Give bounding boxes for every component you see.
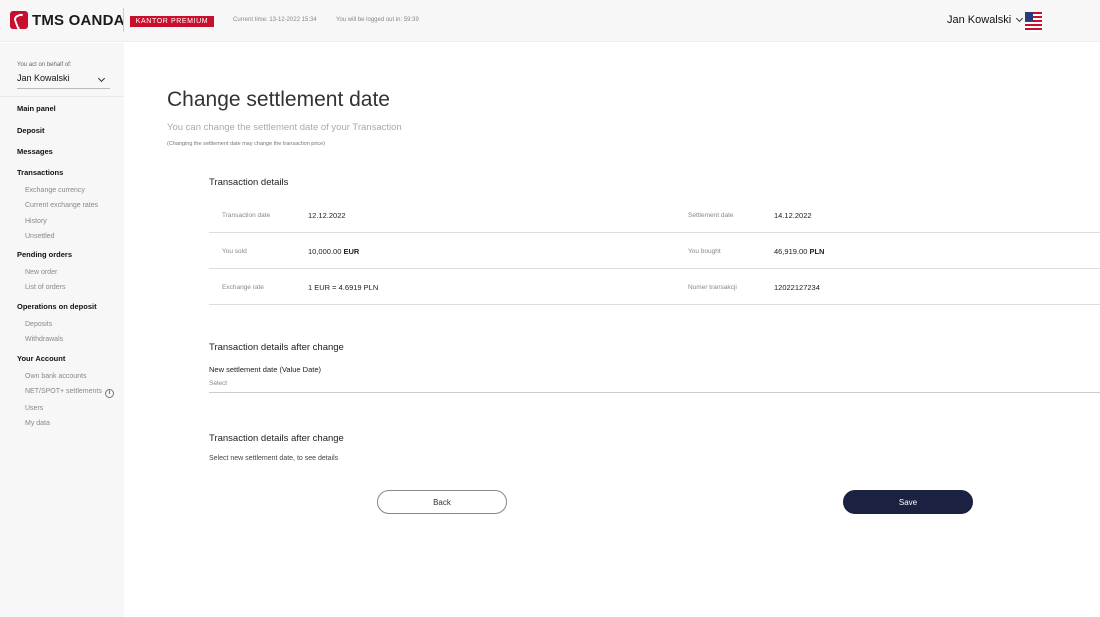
nav-my-data[interactable]: My data: [25, 420, 50, 427]
details-row-amounts: You sold 10,000.00 EUR You bought 46,919…: [209, 234, 1100, 269]
current-time: Current time: 13-12-2022 15:34: [233, 17, 317, 23]
new-settlement-date-label: New settlement date (Value Date): [209, 365, 321, 374]
nav-users[interactable]: Users: [25, 405, 43, 412]
user-menu[interactable]: Jan Kowalski: [947, 14, 1024, 26]
page-subtitle: You can change the settlement date of yo…: [167, 122, 402, 133]
logout-timer: You will be logged out in: 59:39: [336, 17, 419, 23]
sold-amount: 10,000.00: [308, 247, 342, 256]
sold-label: You sold: [222, 248, 247, 255]
nav-messages[interactable]: Messages: [17, 147, 53, 156]
nav-transactions[interactable]: Transactions: [17, 168, 63, 177]
nav-deposits[interactable]: Deposits: [25, 321, 52, 328]
settlement-date-label: Settlement date: [688, 212, 734, 219]
acting-on-behalf-select[interactable]: Jan Kowalski: [17, 73, 110, 89]
nav-deposit[interactable]: Deposit: [17, 126, 45, 135]
bought-label: You bought: [688, 248, 721, 255]
details-row-dates: Transaction date 12.12.2022 Settlement d…: [209, 198, 1100, 233]
top-header: TMS OANDA KANTOR PREMIUM Current time: 1…: [0, 0, 1100, 42]
transaction-number-value: 12022127234: [774, 283, 820, 292]
nav-operations-on-deposit[interactable]: Operations on deposit: [17, 302, 97, 311]
sold-currency: EUR: [343, 247, 360, 256]
select-date-hint: Select new settlement date, to see detai…: [209, 455, 339, 462]
nav-netspot-settlements[interactable]: NET/SPOT+ settlements i: [25, 388, 114, 398]
sidebar: You act on behalf of: Jan Kowalski Main …: [0, 43, 124, 617]
info-icon[interactable]: i: [104, 389, 114, 398]
header-divider: [123, 8, 124, 32]
us-flag-icon[interactable]: [1025, 12, 1042, 32]
nav-new-order[interactable]: New order: [25, 269, 57, 276]
back-button[interactable]: Back: [377, 490, 507, 514]
acting-on-behalf-label: You act on behalf of:: [17, 62, 72, 68]
transaction-date-label: Transaction date: [222, 212, 271, 219]
bought-amount: 46,919.00: [774, 247, 808, 256]
new-settlement-date-select[interactable]: Select: [209, 380, 1100, 393]
nav-withdrawals[interactable]: Withdrawals: [25, 336, 63, 343]
bought-currency: PLN: [809, 247, 825, 256]
nav-list-of-orders[interactable]: List of orders: [25, 284, 65, 291]
tms-logo-icon: [10, 11, 28, 29]
premium-badge: KANTOR PREMIUM: [130, 16, 214, 27]
page-note: (Changing the settlement date may change…: [167, 141, 326, 147]
after-change-details-title: Transaction details after change: [209, 433, 344, 444]
acting-on-behalf-value: Jan Kowalski: [17, 73, 70, 83]
nav-exchange-currency[interactable]: Exchange currency: [25, 187, 85, 194]
chevron-down-icon: [1016, 14, 1024, 23]
nav-main-panel[interactable]: Main panel: [17, 104, 56, 113]
nav-your-account[interactable]: Your Account: [17, 354, 65, 363]
transaction-date-value: 12.12.2022: [308, 211, 346, 220]
user-name: Jan Kowalski: [947, 14, 1012, 26]
sidebar-divider: [0, 96, 124, 97]
nav-own-bank-accounts[interactable]: Own bank accounts: [25, 373, 86, 380]
new-settlement-date-placeholder: Select: [209, 380, 228, 387]
nav-history[interactable]: History: [25, 218, 47, 225]
transaction-number-label: Numer transakcji: [688, 284, 737, 291]
nav-netspot-settlements-label: NET/SPOT+ settlements: [25, 388, 102, 395]
nav-unsettled[interactable]: Unsettled: [25, 233, 55, 240]
nav-pending-orders[interactable]: Pending orders: [17, 250, 72, 259]
exchange-rate-value: 1 EUR = 4.6919 PLN: [308, 283, 379, 292]
page-title: Change settlement date: [167, 88, 390, 111]
sold-value: 10,000.00 EUR: [308, 247, 359, 256]
bought-value: 46,919.00 PLN: [774, 247, 824, 256]
after-change-title: Transaction details after change: [209, 342, 344, 353]
nav-current-exchange-rates[interactable]: Current exchange rates: [25, 202, 98, 209]
brand-logo[interactable]: TMS OANDA: [10, 10, 125, 30]
details-row-rate: Exchange rate 1 EUR = 4.6919 PLN Numer t…: [209, 270, 1100, 305]
save-button[interactable]: Save: [843, 490, 973, 514]
chevron-down-icon: [97, 74, 106, 83]
transaction-details-title: Transaction details: [209, 177, 289, 188]
brand-name: TMS OANDA: [32, 11, 125, 29]
settlement-date-value: 14.12.2022: [774, 211, 812, 220]
exchange-rate-label: Exchange rate: [222, 284, 264, 291]
